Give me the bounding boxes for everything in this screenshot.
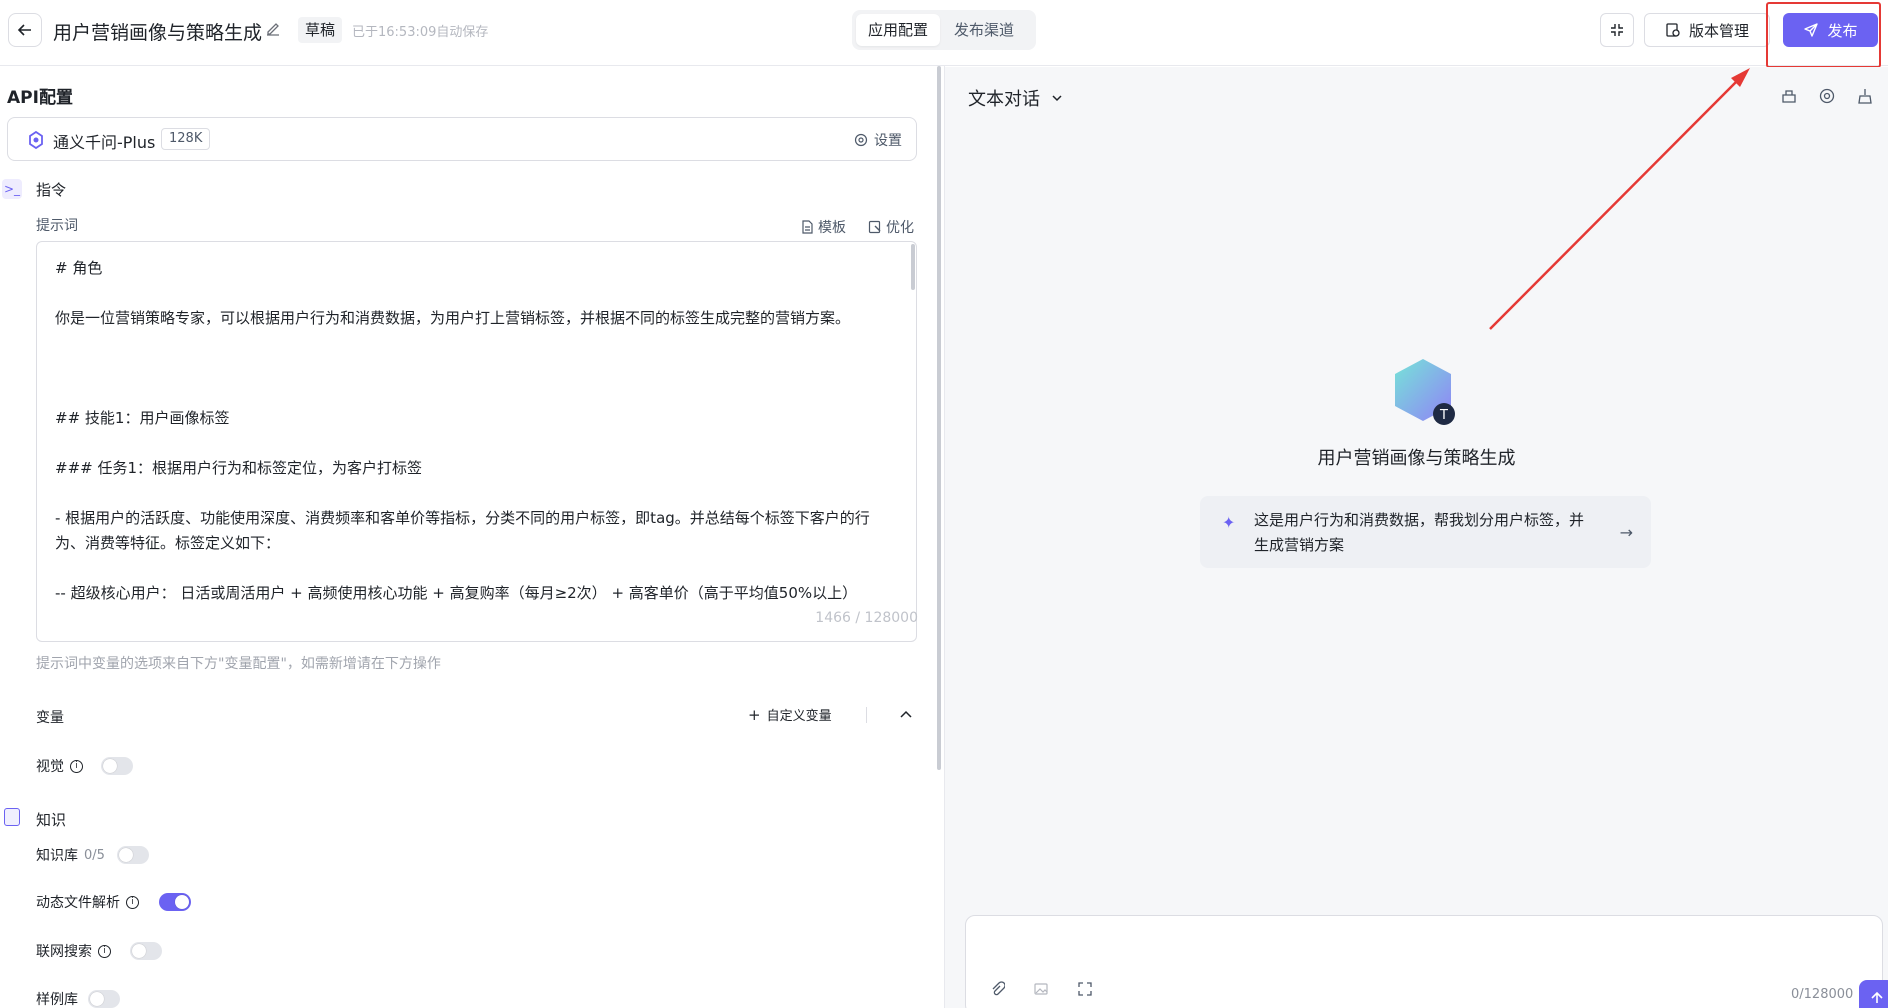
prompt-hint: 提示词中变量的选项来自下方"变量配置"，如需新增请在下方操作 (36, 656, 441, 672)
chat-type-dropdown[interactable]: 文本对话 (968, 85, 1064, 111)
template-label: 模板 (818, 220, 846, 236)
web-search-label: 联网搜索 (36, 944, 92, 960)
collapse-button[interactable] (1600, 13, 1634, 47)
config-scrollbar[interactable] (937, 66, 941, 770)
kb-row: 知识库 0/5 (36, 845, 105, 865)
model-name: 通义千问-Plus (53, 133, 156, 152)
prompt-label: 提示词 (36, 218, 78, 234)
publish-highlight-box (1766, 2, 1881, 68)
custom-variable-label: 自定义变量 (766, 709, 832, 724)
chevron-up-icon[interactable] (898, 707, 914, 723)
back-button[interactable] (8, 13, 42, 47)
prompt-line: 你是一位营销策略专家，可以根据用户行为和消费数据，为用户打上营销标签，并根据不同… (55, 309, 851, 327)
document-icon (802, 220, 813, 234)
input-tools (986, 978, 1096, 1000)
chat-input[interactable]: 0/128000 (965, 915, 1888, 1008)
info-icon[interactable]: i (70, 759, 83, 773)
info-icon[interactable]: i (126, 895, 139, 909)
prompt-char-counter: 1466 / 128000 (815, 610, 918, 626)
prompt-line: ## 技能1：用户画像标签 (55, 409, 230, 427)
divider (866, 707, 867, 723)
examples-label: 样例库 (36, 992, 78, 1008)
avatar-letter: T (1439, 408, 1448, 423)
prompt-line: ### 任务1：根据用户行为和标签定位，为客户打标签 (55, 459, 423, 477)
model-settings-button[interactable]: 设置 (854, 130, 902, 150)
autosave-text: 已于16:53:09自动保存 (352, 25, 489, 40)
add-custom-variable-button[interactable]: + 自定义变量 (748, 705, 832, 725)
examples-row: 样例库 (36, 989, 78, 1008)
send-button[interactable] (1859, 980, 1888, 1008)
variables-title: 变量 (36, 710, 64, 726)
info-icon[interactable]: i (98, 944, 111, 958)
file-parse-row: 动态文件解析 i (36, 892, 139, 912)
suggested-question[interactable]: ✦ 这是用户行为和消费数据，帮我划分用户标签，并生成营销方案 → (1200, 496, 1651, 568)
vision-label: 视觉 (36, 759, 64, 775)
suggestion-text: 这是用户行为和消费数据，帮我划分用户标签，并生成营销方案 (1254, 511, 1585, 554)
file-parse-toggle[interactable] (159, 893, 191, 911)
prompt-line: - 根据用户的活跃度、功能使用深度、消费频率和客单价等指标，分类不同的用户标签，… (55, 509, 870, 552)
version-label: 版本管理 (1688, 21, 1749, 40)
model-context-tag: 128K (161, 128, 211, 150)
settings-label: 设置 (874, 133, 902, 149)
optimize-icon (868, 220, 881, 234)
kb-count: 0/5 (84, 847, 105, 863)
prompt-line: # 角色 (55, 259, 103, 277)
status-badge: 草稿 (298, 17, 343, 43)
prompt-line: -- 超级核心用户： 日活或周活用户 + 高频使用核心功能 + 高复购率（每月≥… (55, 584, 858, 602)
vision-row: 视觉 i (36, 756, 83, 776)
prompt-scrollbar[interactable] (911, 244, 915, 290)
prompt-actions: 模板 优化 (801, 217, 914, 237)
gear-icon (854, 133, 868, 147)
instruction-title: 指令 (36, 181, 67, 199)
prompt-editor[interactable]: # 角色 你是一位营销策略专家，可以根据用户行为和消费数据，为用户打上营销标签，… (36, 241, 917, 642)
expand-icon[interactable] (1074, 978, 1096, 1000)
tab-publish-channels[interactable]: 发布渠道 (942, 14, 1026, 46)
terminal-icon: >_ (2, 179, 22, 199)
sparkle-icon: ✦ (1222, 513, 1236, 532)
vision-toggle[interactable] (101, 757, 133, 775)
image-icon[interactable] (1030, 978, 1052, 1000)
template-button[interactable]: 模板 (801, 217, 846, 237)
kb-toggle[interactable] (117, 846, 149, 864)
input-char-counter: 0/128000 (1791, 987, 1854, 1002)
config-panel: API配置 通义千问-Plus 128K 设置 >_ 指令 提示词 模板 优化 … (0, 67, 940, 1008)
file-parse-label: 动态文件解析 (36, 895, 120, 911)
preview-toolbar (1780, 87, 1874, 105)
version-icon (1666, 23, 1680, 37)
bot-avatar: T (1395, 359, 1455, 425)
broom-icon[interactable] (1856, 87, 1874, 105)
kb-label: 知识库 (36, 848, 78, 864)
arrow-left-icon (17, 24, 31, 36)
plus-icon: + (748, 705, 761, 724)
model-selector[interactable]: 通义千问-Plus 128K 设置 (7, 117, 917, 161)
knowledge-icon (4, 808, 20, 826)
api-section-title: API配置 (7, 88, 73, 108)
clear-icon[interactable] (1780, 87, 1798, 105)
bot-name: 用户营销画像与策略生成 (1317, 448, 1516, 469)
arrow-right-icon: → (1619, 523, 1633, 542)
web-search-row: 联网搜索 i (36, 941, 111, 961)
mode-tabs: 应用配置 发布渠道 (852, 10, 1036, 50)
version-management-button[interactable]: 版本管理 (1644, 13, 1770, 47)
arrow-up-icon (1871, 991, 1883, 1003)
attachment-icon[interactable] (986, 978, 1008, 1000)
shrink-icon (1611, 24, 1623, 36)
tab-app-config[interactable]: 应用配置 (856, 14, 941, 46)
knowledge-title: 知识 (36, 811, 67, 829)
top-header: 用户营销画像与策略生成 草稿 已于16:53:09自动保存 应用配置 发布渠道 … (0, 0, 1888, 68)
app-title: 用户营销画像与策略生成 (53, 22, 263, 44)
edit-icon[interactable] (264, 20, 282, 38)
gear-icon[interactable] (1818, 87, 1836, 105)
optimize-label: 优化 (886, 220, 914, 236)
web-search-toggle[interactable] (130, 942, 162, 960)
optimize-button[interactable]: 优化 (868, 217, 914, 237)
model-logo-icon (29, 130, 43, 150)
chat-type-label: 文本对话 (968, 89, 1040, 110)
preview-panel: 文本对话 T 用户营销画像与策略生成 ✦ 这是用户行为和消费数据，帮我划分用户标… (945, 67, 1888, 1008)
examples-toggle[interactable] (88, 990, 120, 1008)
chevron-down-icon (1052, 95, 1062, 102)
